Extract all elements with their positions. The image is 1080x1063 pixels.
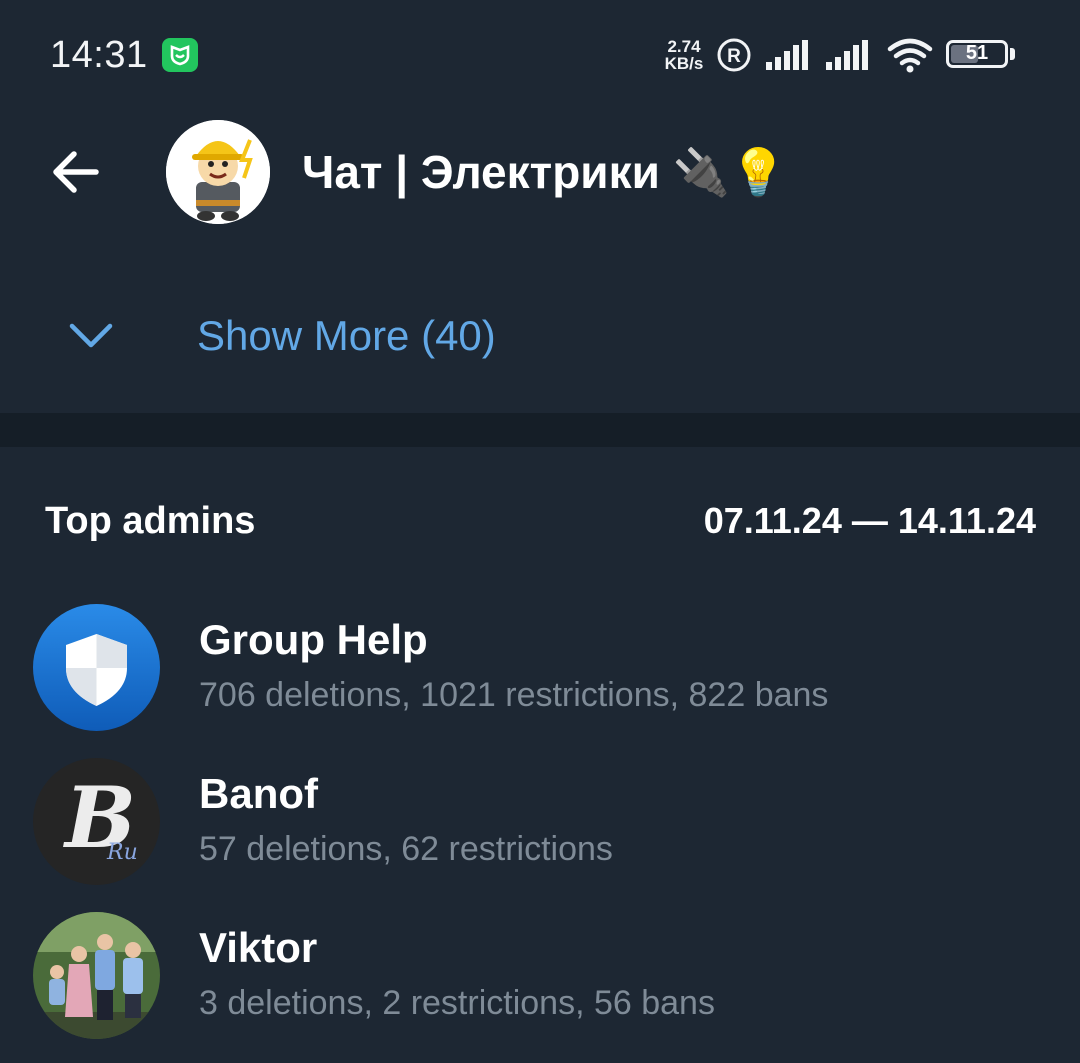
show-more-button[interactable]: Show More (40) — [0, 290, 1080, 386]
photo-icon — [33, 912, 160, 1039]
admin-stats: 57 deletions, 62 restrictions — [199, 830, 613, 868]
letter-b-avatar: B Ru — [33, 758, 160, 885]
signal-icon — [766, 40, 808, 70]
list-item-admin[interactable]: Viktor 3 deletions, 2 restrictions, 56 b… — [0, 912, 1080, 1062]
family-photo-avatar — [33, 912, 160, 1039]
svg-text:R: R — [727, 46, 741, 67]
registered-icon: R — [717, 38, 751, 72]
electrician-cartoon-icon — [166, 120, 270, 224]
admin-name: Banof — [199, 770, 318, 817]
chat-title[interactable]: Чат | Электрики 🔌💡 — [302, 145, 787, 200]
admin-name: Viktor — [199, 924, 318, 971]
signal-icon — [826, 40, 868, 70]
status-time: 14:31 — [50, 34, 148, 76]
avatar-sub: Ru — [107, 840, 138, 865]
status-bar: 14:31 2.74 KB/s R 51 — [0, 0, 1080, 110]
admin-stats: 3 deletions, 2 restrictions, 56 bans — [199, 984, 715, 1022]
show-more-label: Show More (40) — [197, 312, 496, 359]
section-title: Top admins — [45, 500, 256, 542]
date-range: 07.11.24 — 14.11.24 — [703, 500, 1036, 541]
network-speed-value: 2.74 — [667, 37, 701, 56]
network-speed: 2.74 KB/s — [662, 38, 706, 72]
list-item-admin[interactable]: Group Help 706 deletions, 1021 restricti… — [0, 604, 1080, 754]
section-divider — [0, 413, 1080, 447]
battery-tip — [1010, 48, 1015, 60]
admin-stats: 706 deletions, 1021 restrictions, 822 ba… — [199, 676, 829, 714]
shield-icon — [33, 604, 160, 731]
shield-avatar — [33, 604, 160, 731]
admin-name: Group Help — [199, 616, 428, 663]
network-speed-unit: KB/s — [664, 54, 704, 73]
battery-percent: 51 — [965, 42, 989, 64]
list-item-admin[interactable]: B Ru Banof 57 deletions, 62 restrictions — [0, 758, 1080, 908]
wifi-icon — [887, 38, 933, 73]
mi-app-icon — [162, 38, 198, 72]
arrow-left-icon[interactable] — [50, 148, 102, 196]
battery-icon: 51 — [946, 40, 1008, 68]
chevron-down-icon — [69, 323, 113, 348]
chat-avatar[interactable] — [166, 120, 270, 224]
